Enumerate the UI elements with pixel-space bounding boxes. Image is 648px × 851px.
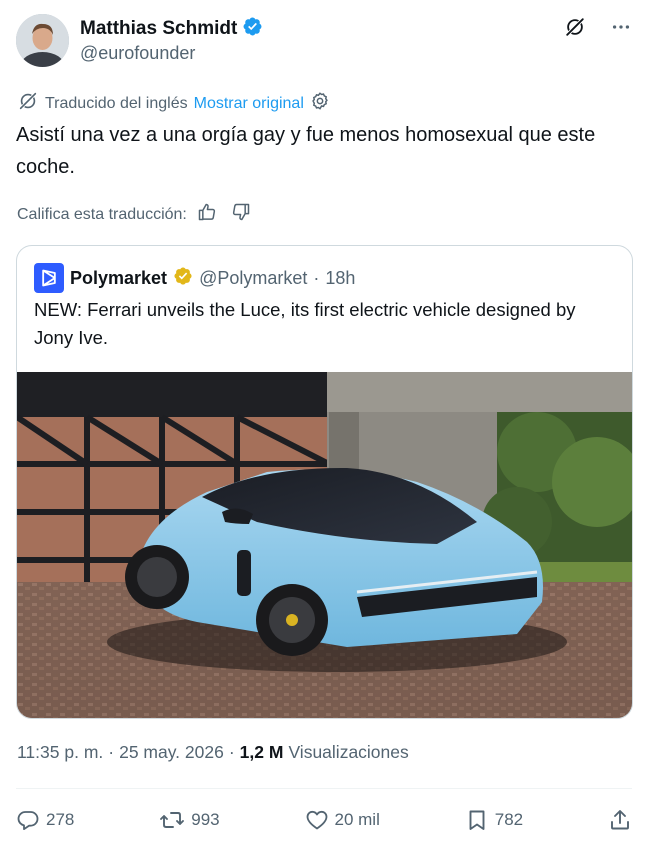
divider xyxy=(16,788,632,789)
more-icon[interactable] xyxy=(610,16,632,38)
heart-icon xyxy=(305,808,329,832)
polymarket-logo-icon xyxy=(34,263,64,293)
thumbs-up-icon[interactable] xyxy=(197,202,217,227)
share-icon xyxy=(608,808,632,832)
quoted-separator: · xyxy=(313,267,320,288)
meta-separator: · xyxy=(228,742,235,762)
bookmark-button[interactable]: 782 xyxy=(465,808,523,832)
post-date[interactable]: 25 may. 2026 xyxy=(119,742,224,763)
quoted-tweet[interactable]: Polymarket @Polymarket · 18h NEW: Ferrar… xyxy=(16,245,633,719)
reply-icon xyxy=(16,808,40,832)
tweet-text: Asistí una vez a una orgía gay y fue men… xyxy=(16,124,596,178)
post-time[interactable]: 11:35 p. m. xyxy=(17,742,103,763)
thumbs-down-icon[interactable] xyxy=(231,202,251,227)
avatar[interactable] xyxy=(16,14,69,67)
quoted-timestamp[interactable]: 18h xyxy=(325,268,355,289)
translate-icon xyxy=(17,90,39,117)
reply-count: 278 xyxy=(46,810,75,829)
quoted-author-name[interactable]: Polymarket xyxy=(70,268,167,289)
quoted-tweet-text: NEW: Ferrari unveils the Luce, its first… xyxy=(34,299,576,348)
verified-badge-icon xyxy=(242,16,263,42)
like-button[interactable]: 20 mil xyxy=(305,808,380,832)
author-handle[interactable]: @eurofounder xyxy=(80,43,195,64)
author-display-name[interactable]: Matthias Schmidt xyxy=(80,18,237,40)
show-original-link[interactable]: Mostrar original xyxy=(194,95,304,113)
rate-translation-label: Califica esta traducción: xyxy=(17,205,187,223)
gold-verified-badge-icon xyxy=(173,266,193,291)
repost-button[interactable]: 993 xyxy=(159,808,220,832)
quoted-media-image[interactable] xyxy=(17,372,632,718)
bookmark-count: 782 xyxy=(494,810,524,829)
bookmark-icon xyxy=(465,808,489,832)
grok-icon[interactable] xyxy=(564,16,586,38)
translated-label: Traducido del inglés xyxy=(45,94,188,112)
repost-icon xyxy=(159,808,185,832)
share-button[interactable] xyxy=(608,808,632,832)
repost-count: 993 xyxy=(191,810,220,829)
views-label: Visualizaciones xyxy=(288,742,409,762)
meta-separator: · xyxy=(108,742,115,762)
like-count: 20 mil xyxy=(334,810,380,829)
views-count: 1,2 M xyxy=(239,742,284,762)
quoted-author-handle[interactable]: @Polymarket xyxy=(199,268,307,289)
gear-icon[interactable] xyxy=(310,91,330,116)
reply-button[interactable]: 278 xyxy=(16,808,74,832)
